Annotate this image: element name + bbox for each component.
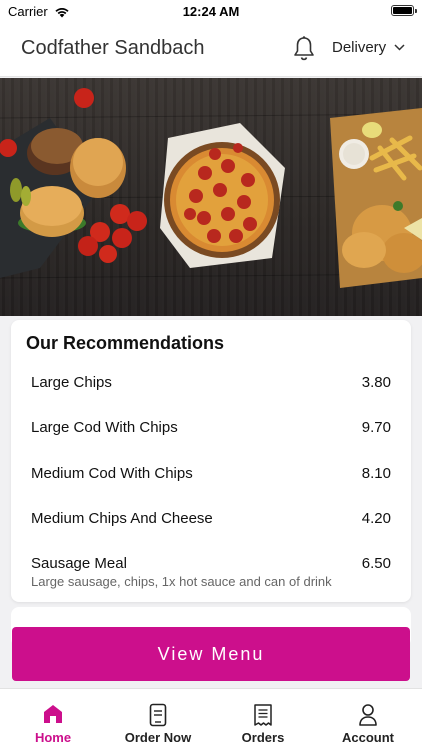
tab-order-now[interactable]: Order Now bbox=[108, 689, 208, 750]
order-icon bbox=[149, 703, 167, 727]
list-item[interactable]: Medium Chips And Cheese 4.20 bbox=[31, 510, 391, 532]
item-price: 3.80 bbox=[361, 374, 391, 391]
home-icon bbox=[44, 705, 62, 723]
tab-label: Account bbox=[342, 730, 394, 745]
restaurant-title: Codfather Sandbach bbox=[21, 37, 205, 59]
item-name: Sausage Meal bbox=[31, 555, 127, 572]
user-icon bbox=[359, 704, 377, 726]
hero-food-image bbox=[0, 78, 422, 316]
tab-home[interactable]: Home bbox=[3, 689, 103, 750]
delivery-selector[interactable]: Delivery bbox=[332, 39, 405, 56]
delivery-label: Delivery bbox=[332, 39, 387, 56]
tab-orders[interactable]: Orders bbox=[213, 689, 313, 750]
item-description: Large sausage, chips, 1x hot sauce and c… bbox=[31, 574, 332, 589]
item-price: 8.10 bbox=[361, 465, 391, 482]
item-name: Medium Chips And Cheese bbox=[31, 510, 213, 527]
list-item[interactable]: Sausage Meal 6.50 Large sausage, chips, … bbox=[31, 555, 391, 595]
item-name: Large Chips bbox=[31, 374, 112, 391]
status-time: 12:24 AM bbox=[182, 4, 240, 19]
chevron-down-icon bbox=[394, 44, 405, 51]
list-item[interactable]: Large Cod With Chips 9.70 bbox=[31, 419, 391, 441]
recommendations-card: Our Recommendations Large Chips 3.80 Lar… bbox=[11, 320, 411, 602]
receipt-icon bbox=[254, 704, 272, 726]
view-menu-button[interactable]: View Menu bbox=[12, 627, 410, 681]
food-illustration bbox=[0, 88, 422, 288]
tab-account[interactable]: Account bbox=[318, 689, 418, 750]
battery-icon bbox=[391, 5, 417, 16]
list-item[interactable]: Large Chips 3.80 bbox=[31, 374, 391, 396]
item-name: Large Cod With Chips bbox=[31, 419, 178, 436]
item-price: 6.50 bbox=[361, 555, 391, 572]
recommendations-title: Our Recommendations bbox=[26, 333, 225, 353]
battery-level bbox=[393, 7, 412, 14]
tab-label: Order Now bbox=[124, 730, 192, 745]
fish-and-chips bbox=[330, 108, 422, 288]
pizza bbox=[160, 123, 285, 268]
app-header: Codfather Sandbach Delivery bbox=[0, 22, 422, 77]
status-bar: Carrier 12:24 AM bbox=[0, 0, 422, 22]
tab-label: Orders bbox=[241, 730, 285, 745]
item-price: 9.70 bbox=[361, 419, 391, 436]
tab-label: Home bbox=[34, 730, 72, 745]
bottom-tab-bar: Home Order Now Orders Account bbox=[0, 688, 422, 750]
list-item[interactable]: Medium Cod With Chips 8.10 bbox=[31, 465, 391, 487]
bell-icon[interactable] bbox=[291, 35, 317, 63]
item-name: Medium Cod With Chips bbox=[31, 465, 193, 482]
item-price: 4.20 bbox=[361, 510, 391, 527]
